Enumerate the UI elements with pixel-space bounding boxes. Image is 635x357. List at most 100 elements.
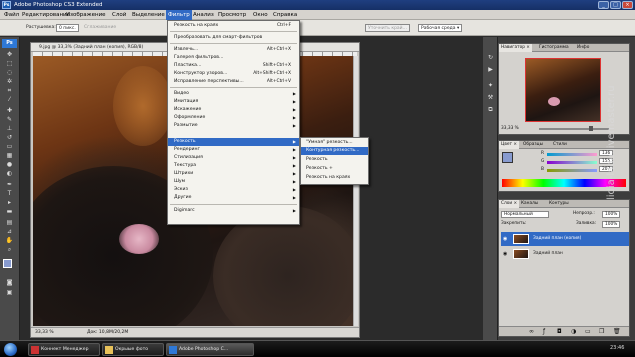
menu-layer[interactable]: Слой (110, 10, 128, 20)
eyedropper2-tool-icon[interactable]: ⊿ (4, 228, 15, 235)
channel-r-slider[interactable] (547, 153, 597, 156)
menu-item-texture[interactable]: Текстура ▶ (168, 162, 299, 170)
submenu-item-sharpen-more[interactable]: Резкость + (301, 165, 368, 173)
menu-item-video[interactable]: Видео ▶ (168, 90, 299, 98)
new-layer-icon[interactable]: ❐ (599, 328, 604, 335)
menu-item-pattern-maker[interactable]: Конструктор узоров... Alt+Shift+Ctrl+X (168, 70, 299, 78)
menu-item-smart-filters[interactable]: Преобразовать для смарт-фильтров (168, 34, 299, 42)
navigator-thumbnail[interactable] (525, 58, 601, 122)
menu-window[interactable]: Окно (251, 10, 270, 20)
maximize-button[interactable]: □ (610, 1, 621, 9)
notes-tool-icon[interactable]: ▤ (4, 219, 15, 226)
menu-item-sketch[interactable]: Эскиз ▶ (168, 186, 299, 194)
tab-styles[interactable]: Стили (551, 141, 569, 149)
submenu-item-unsharp-mask[interactable]: Контурная резкость... (301, 147, 368, 155)
doc-info[interactable]: Док: 10,8М/20,2М (87, 328, 128, 338)
zoom-tool-icon[interactable]: ⌕ (4, 246, 15, 253)
blend-mode-dropdown[interactable]: Нормальный (501, 211, 549, 218)
tab-channels[interactable]: Каналы (519, 200, 540, 208)
history-brush-tool-icon[interactable]: ↺ (4, 134, 15, 141)
stamp-tool-icon[interactable]: ⊥ (4, 125, 15, 132)
layer-style-icon[interactable]: ƒ (543, 328, 545, 335)
menu-item-pixelate[interactable]: Оформление ▶ (168, 114, 299, 122)
quick-mask-icon[interactable]: ◙ (4, 279, 15, 286)
clone-source-icon[interactable]: ⧉ (486, 105, 495, 114)
menu-item-extract[interactable]: Извлечь... Alt+Ctrl+X (168, 46, 299, 54)
magic-wand-tool-icon[interactable]: ✲ (4, 78, 15, 85)
menu-item-blur[interactable]: Размытие ▶ (168, 122, 299, 130)
submenu-item-smart-sharpen[interactable]: "Умная" резкость... (301, 139, 368, 147)
menu-item-vanishing-point[interactable]: Исправление перспективы... Alt+Ctrl+V (168, 78, 299, 86)
menu-item-filter-gallery[interactable]: Галерея фильтров... (168, 54, 299, 62)
zoom-field[interactable]: 33,33 % (35, 328, 54, 338)
history-icon[interactable]: ↻ (486, 53, 495, 62)
gradient-tool-icon[interactable]: ▦ (4, 152, 15, 159)
layer-row-background[interactable]: ◉ Задний план (501, 247, 629, 261)
eraser-tool-icon[interactable]: ▭ (4, 143, 15, 150)
menu-image[interactable]: Изображение (64, 10, 108, 20)
dodge-tool-icon[interactable]: ◐ (4, 170, 15, 177)
tab-swatches[interactable]: Образцы (521, 141, 545, 149)
visibility-eye-icon[interactable]: ◉ (503, 232, 507, 246)
blur-tool-icon[interactable]: ● (4, 161, 15, 168)
clock[interactable]: 23:46 (610, 345, 624, 351)
marquee-tool-icon[interactable]: ⬚ (4, 60, 15, 67)
hand-tool-icon[interactable]: ✋ (4, 237, 15, 244)
menu-item-last-filter[interactable]: Резкость на краях Ctrl+F (168, 22, 299, 30)
task-photos-folder[interactable]: Окрыые фото (102, 343, 164, 356)
tool-presets-icon[interactable]: ⚒ (486, 93, 495, 102)
tab-info[interactable]: Инфо (575, 44, 591, 52)
submenu-item-sharpen-edges[interactable]: Резкость на краях (301, 174, 368, 182)
submenu-item-sharpen[interactable]: Резкость (301, 156, 368, 164)
menu-item-stylize[interactable]: Стилизация ▶ (168, 154, 299, 162)
actions-icon[interactable]: ▶ (486, 65, 495, 74)
menu-item-other[interactable]: Другие ▶ (168, 194, 299, 202)
start-button-icon[interactable] (4, 343, 17, 356)
eyedropper-tool-icon[interactable]: ⁄ (4, 96, 15, 103)
tab-paths[interactable]: Контуры (547, 200, 571, 208)
workspace-dropdown[interactable]: Рабочая среда ▾ (418, 24, 463, 32)
delete-layer-icon[interactable]: 🗑 (613, 328, 621, 335)
adjustment-layer-icon[interactable]: ◑ (571, 328, 576, 335)
tab-histogram[interactable]: Гистограмма (537, 44, 571, 52)
menu-item-brush-strokes[interactable]: Штрихи ▶ (168, 170, 299, 178)
layer-mask-icon[interactable]: ◘ (557, 328, 562, 335)
foreground-color-swatch[interactable] (3, 259, 12, 268)
move-tool-icon[interactable]: ✥ (4, 51, 15, 58)
antialias-checkbox[interactable]: Сглаживание (84, 24, 116, 32)
refine-edge-button[interactable]: Уточнить край... (365, 24, 410, 32)
menu-view[interactable]: Просмотр (216, 10, 248, 20)
menu-help[interactable]: Справка (271, 10, 299, 20)
menu-file[interactable]: Файл (2, 10, 21, 20)
minimize-button[interactable]: _ (598, 1, 609, 9)
menu-item-artistic[interactable]: Имитация ▶ (168, 98, 299, 106)
shape-tool-icon[interactable]: ▬ (4, 208, 15, 215)
menu-filter[interactable]: Фильтр (166, 10, 192, 20)
healing-tool-icon[interactable]: ✚ (4, 107, 15, 114)
tab-color[interactable]: Цвет × (499, 141, 519, 149)
visibility-eye-icon[interactable]: ◉ (503, 247, 507, 261)
menu-item-digimarc[interactable]: Digimarc ▶ (168, 207, 299, 215)
menu-item-liquify[interactable]: Пластика... Shift+Ctrl+X (168, 62, 299, 70)
screen-mode-icon[interactable]: ▣ (4, 289, 15, 296)
brushes-icon[interactable]: ✦ (486, 81, 495, 90)
menu-item-sharpen[interactable]: Резкость ▶ (168, 138, 299, 146)
tab-layers[interactable]: Слои × (499, 200, 520, 208)
type-tool-icon[interactable]: T (4, 190, 15, 197)
feather-input[interactable]: 0 пикс. (56, 24, 79, 32)
opacity-input[interactable]: 100% (602, 211, 620, 218)
link-layers-icon[interactable]: ∞ (529, 328, 534, 335)
channel-b-slider[interactable] (547, 169, 597, 172)
task-photoshop[interactable]: Adobe Photoshop C... (166, 343, 254, 356)
tab-navigator[interactable]: Навигатор × (499, 44, 532, 52)
navigator-zoom-slider[interactable] (539, 128, 609, 130)
menu-item-render[interactable]: Рендеринг ▶ (168, 146, 299, 154)
channel-g-slider[interactable] (547, 161, 597, 164)
task-connect-manager[interactable]: Коннект Менеджер (28, 343, 100, 356)
menu-item-noise[interactable]: Шум ▶ (168, 178, 299, 186)
lasso-tool-icon[interactable]: ◌ (4, 69, 15, 76)
color-fg-swatch[interactable] (502, 152, 513, 163)
menu-analysis[interactable]: Анализ (191, 10, 216, 20)
fill-input[interactable]: 100% (602, 221, 620, 228)
vertical-scrollbar[interactable] (353, 56, 358, 326)
